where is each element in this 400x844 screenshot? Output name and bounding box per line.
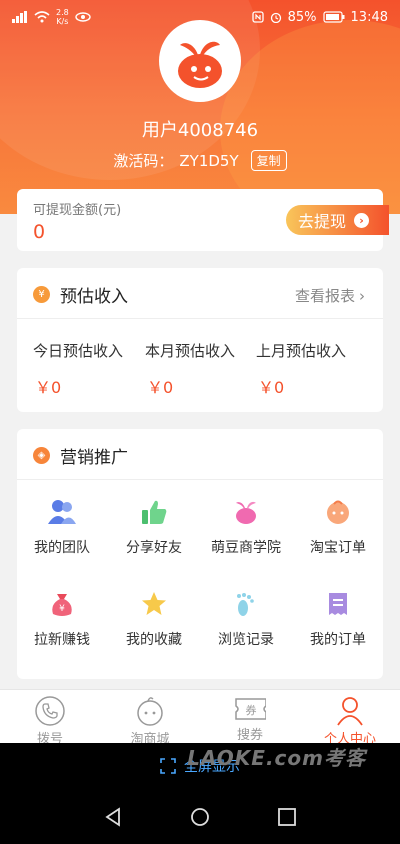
tab-profile[interactable]: 个人中心 (300, 690, 400, 747)
today-income-label: 今日预估收入 (33, 342, 124, 360)
tab-label: 搜券 (236, 728, 263, 743)
grid-item-label: 浏览记录 (218, 632, 274, 648)
grid-item-taobao-orders[interactable]: 淘宝订单 (293, 497, 383, 557)
bean-icon (231, 497, 261, 527)
grid-item-my-orders[interactable]: 我的订单 (293, 589, 383, 649)
grid-item-label: 我的订单 (310, 632, 366, 648)
recents-icon[interactable] (276, 806, 298, 828)
grid-item-share[interactable]: 分享好友 (109, 497, 199, 557)
phone-icon (34, 695, 66, 727)
view-report-label: 查看报表 (294, 287, 355, 305)
income-title: 预估收入 (60, 287, 128, 307)
thumbs-up-icon (139, 497, 169, 527)
month-income-label: 本月预估收入 (145, 342, 236, 360)
grid-item-label: 拉新赚钱 (34, 632, 90, 648)
yen-coin-icon: ¥ (33, 286, 50, 303)
chevron-right-icon: › (359, 286, 365, 305)
tab-coupon[interactable]: 券 搜券 (200, 690, 300, 743)
withdrawable-label: 可提现金额(元) (33, 203, 122, 218)
clock: 13:48 (350, 9, 388, 25)
bottom-tab-bar: 拨号 淘商城 券 搜券 个人中心 (0, 689, 400, 747)
marketing-header: ◈ 营销推广 (33, 443, 128, 468)
person-icon (334, 695, 366, 727)
footprint-icon (231, 589, 261, 619)
battery-icon (322, 11, 345, 23)
grid-item-label: 我的收藏 (126, 632, 182, 648)
withdraw-button[interactable]: 去提现 › (286, 205, 389, 235)
grid-item-label: 萌豆商学院 (211, 540, 281, 556)
alarm-icon (270, 12, 281, 23)
nfc-icon (251, 11, 264, 23)
back-icon[interactable] (102, 806, 124, 828)
grid-item-label: 我的团队 (34, 540, 90, 556)
view-report-link[interactable]: 查看报表 › (295, 285, 365, 306)
svg-text:¥: ¥ (59, 604, 65, 614)
grid-item-history[interactable]: 浏览记录 (201, 589, 291, 649)
fullscreen-icon (160, 758, 176, 774)
eye-icon (75, 12, 91, 22)
income-card: ¥ 预估收入 查看报表 › 今日预估收入 本月预估收入 上月预估收入 ￥0 ￥0… (17, 268, 383, 412)
team-icon (47, 497, 77, 527)
activation-code-row: 激活码： ZY1D5Y 复制 (0, 150, 400, 171)
divider (17, 479, 383, 480)
grid-item-team[interactable]: 我的团队 (17, 497, 107, 557)
activation-code-label: 激活码： (113, 152, 174, 170)
home-icon[interactable] (189, 806, 211, 828)
bean-mascot-icon (178, 41, 222, 88)
tab-dial[interactable]: 拨号 (0, 690, 100, 747)
signal-icon (12, 11, 27, 23)
withdraw-card: 可提现金额(元) 0 去提现 › (17, 189, 389, 251)
today-income-value: ￥0 (35, 378, 62, 397)
grid-item-academy[interactable]: 萌豆商学院 (201, 497, 291, 557)
divider (17, 318, 383, 319)
wifi-icon (34, 11, 50, 23)
bun-icon (323, 497, 353, 527)
copy-button[interactable]: 复制 (250, 150, 287, 171)
network-speed: 2.8 K/s (56, 8, 69, 26)
marketing-card: ◈ 营销推广 我的团队 分享好友 萌豆商学院 淘宝订单 ¥ 拉新赚钱 我的收藏 … (17, 429, 383, 679)
withdraw-button-label: 去提现 (298, 212, 347, 231)
chevron-right-icon: › (354, 212, 370, 228)
withdrawable-amount: 0 (33, 221, 46, 243)
grid-item-label: 淘宝订单 (310, 540, 366, 556)
grid-item-favorites[interactable]: 我的收藏 (109, 589, 199, 649)
receipt-icon (323, 589, 353, 619)
marketing-title: 营销推广 (60, 448, 128, 468)
svg-text:券: 券 (246, 703, 257, 717)
month-income-value: ￥0 (147, 378, 174, 397)
coupon-icon: 券 (234, 695, 266, 723)
watermark: LAOKE.com考客 (187, 746, 366, 770)
tag-icon: ◈ (33, 447, 50, 464)
money-bag-icon: ¥ (47, 589, 77, 619)
activation-code-value: ZY1D5Y (179, 151, 239, 170)
last-month-income-value: ￥0 (258, 378, 285, 397)
username: 用户4008746 (141, 120, 259, 141)
grid-item-referral[interactable]: ¥ 拉新赚钱 (17, 589, 107, 649)
last-month-income-label: 上月预估收入 (256, 342, 347, 360)
grid-item-label: 分享好友 (126, 540, 182, 556)
battery-percent: 85% (287, 9, 317, 25)
mascot-icon (134, 695, 166, 727)
system-nav-bar (0, 789, 400, 844)
star-icon (139, 589, 169, 619)
status-bar: 2.8 K/s 85% 13:48 (0, 0, 400, 34)
tab-mall[interactable]: 淘商城 (100, 690, 200, 747)
income-header: ¥ 预估收入 (33, 282, 128, 307)
